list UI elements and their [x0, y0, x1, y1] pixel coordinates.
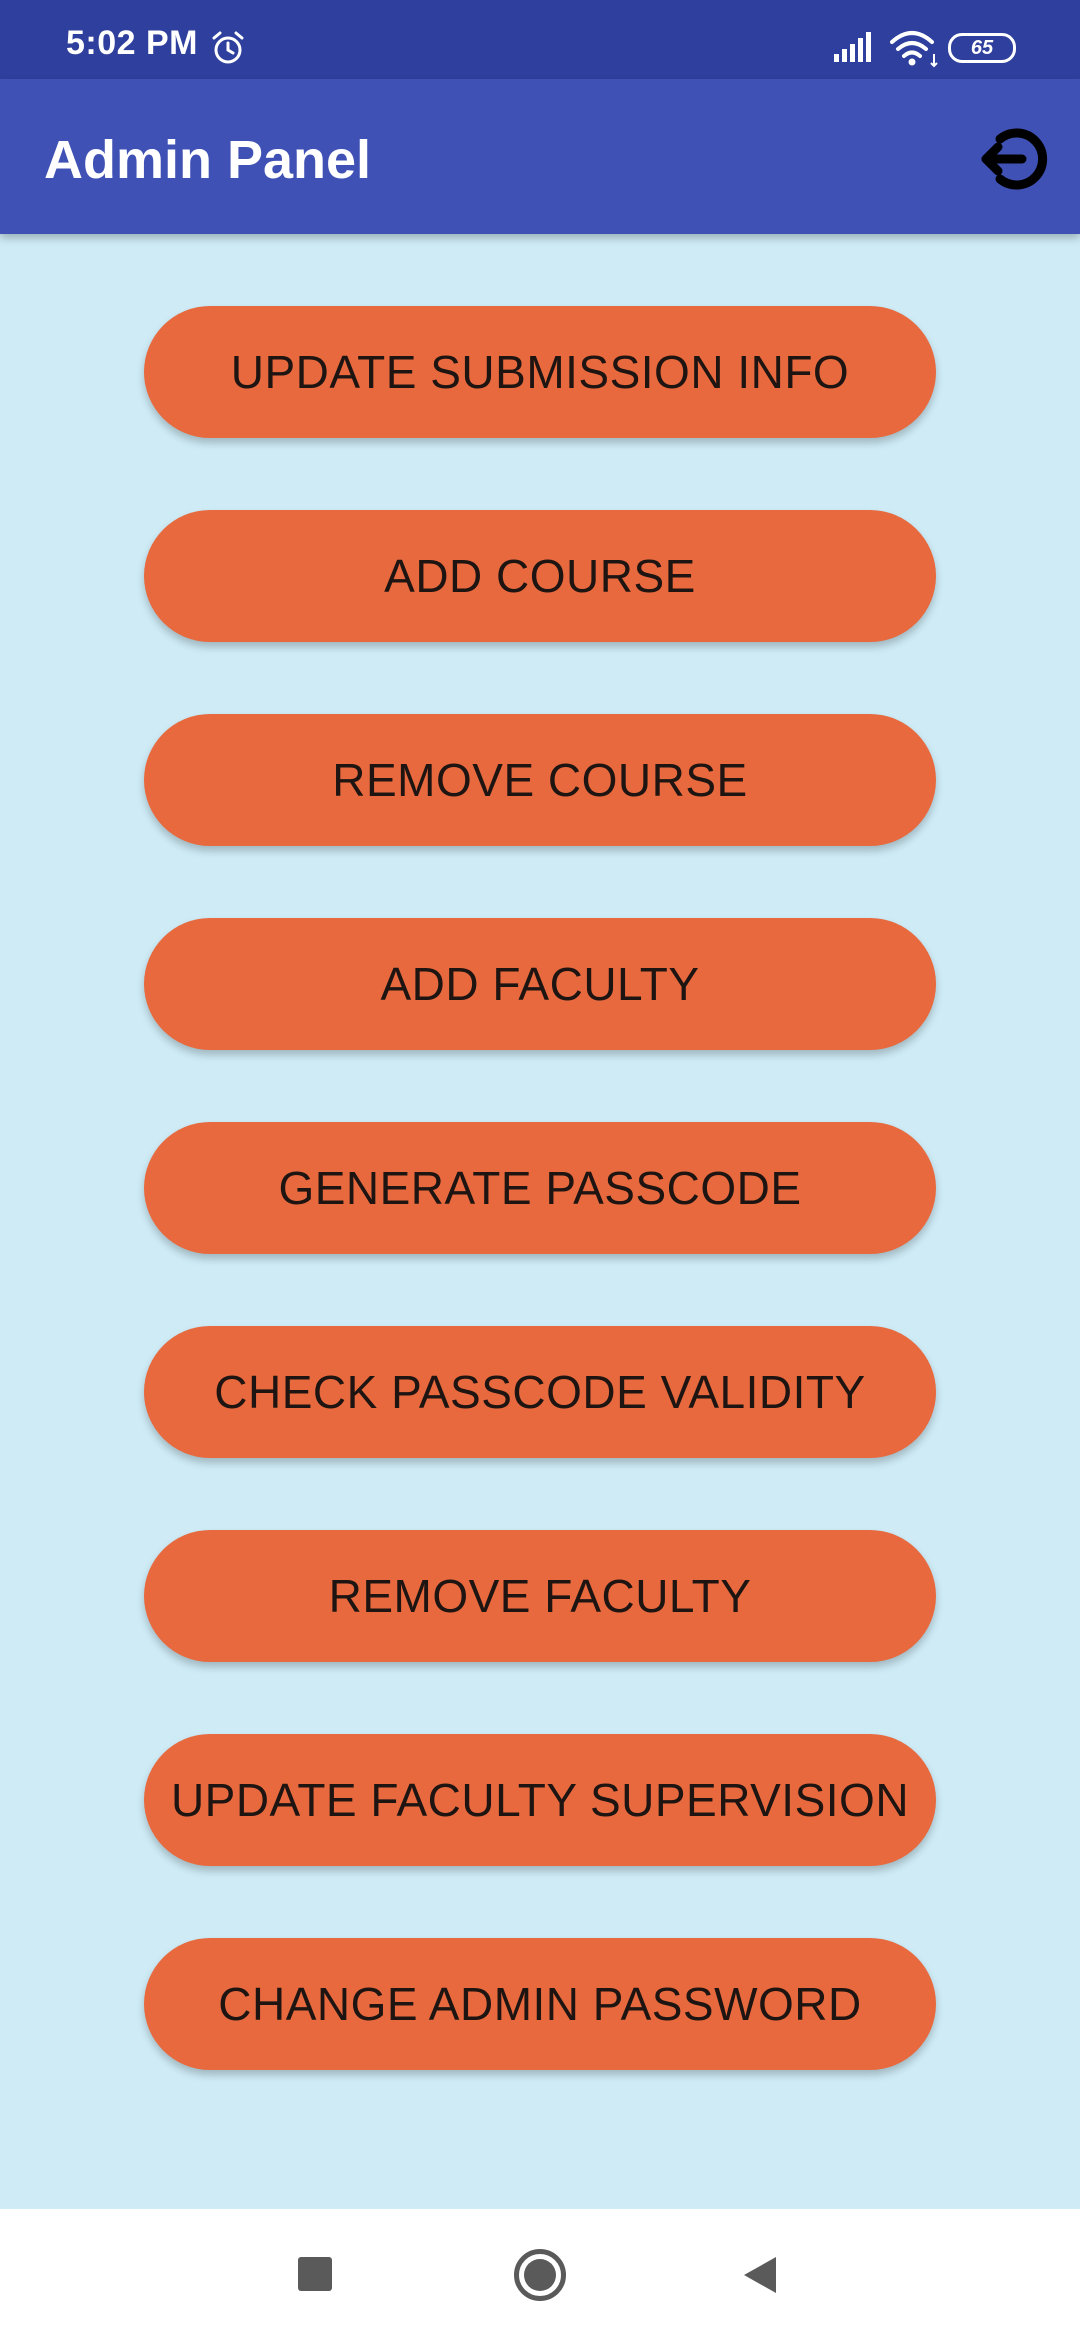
home-icon[interactable] — [514, 2249, 566, 2301]
signal-icon — [834, 32, 871, 62]
wifi-icon — [890, 31, 938, 68]
remove-course-button[interactable]: REMOVE COURSE — [144, 714, 936, 846]
home-icon-dot — [524, 2259, 556, 2291]
back-icon[interactable] — [742, 2255, 778, 2295]
recents-icon[interactable] — [298, 2257, 332, 2291]
add-course-button[interactable]: ADD COURSE — [144, 510, 936, 642]
check-passcode-validity-button[interactable]: CHECK PASSCODE VALIDITY — [144, 1326, 936, 1458]
alarm-icon — [212, 31, 244, 64]
logout-button[interactable] — [976, 121, 1052, 197]
change-admin-password-button[interactable]: CHANGE ADMIN PASSWORD — [144, 1938, 936, 2070]
battery-level: 65 — [970, 36, 994, 59]
battery-icon: 65 — [948, 33, 1016, 63]
status-time: 5:02 PM — [66, 24, 198, 62]
remove-faculty-button[interactable]: REMOVE FACULTY — [144, 1530, 936, 1662]
logout-icon — [981, 128, 1048, 190]
page-title: Admin Panel — [44, 130, 372, 190]
update-faculty-supervision-button[interactable]: UPDATE FACULTY SUPERVISION — [144, 1734, 936, 1866]
status-bar: 5:02 PM 65 — [0, 0, 1080, 79]
app-bar: Admin Panel — [0, 79, 1080, 234]
navigation-bar — [0, 2209, 1080, 2340]
update-submission-info-button[interactable]: UPDATE SUBMISSION INFO — [144, 306, 936, 438]
add-faculty-button[interactable]: ADD FACULTY — [144, 918, 936, 1050]
admin-actions: UPDATE SUBMISSION INFO ADD COURSE REMOVE… — [0, 234, 1080, 2209]
generate-passcode-button[interactable]: GENERATE PASSCODE — [144, 1122, 936, 1254]
